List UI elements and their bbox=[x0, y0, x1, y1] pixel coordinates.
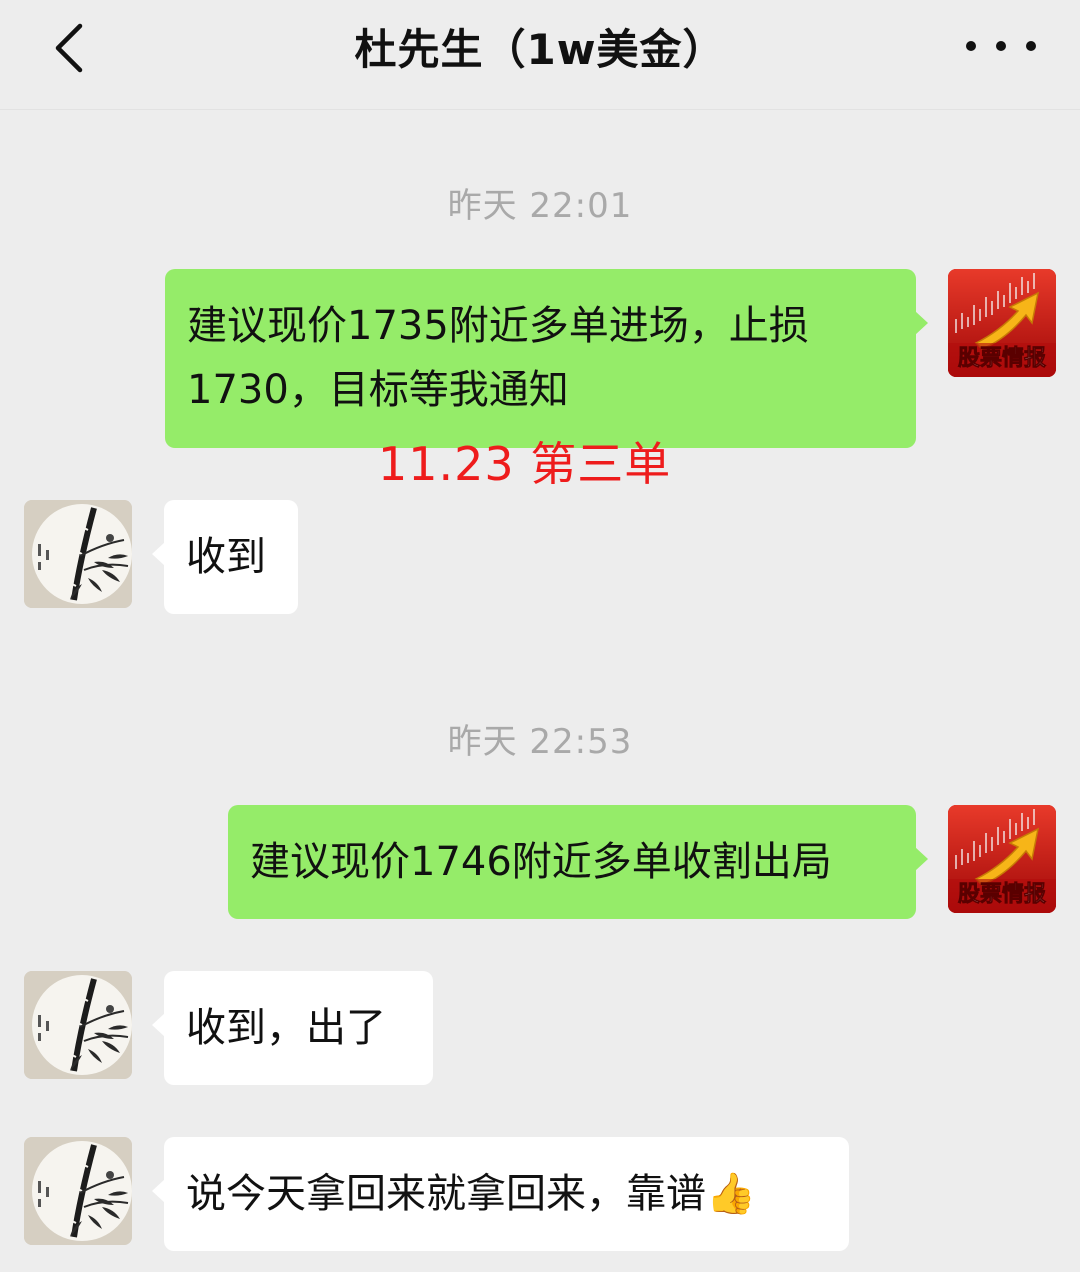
bamboo-painting-icon bbox=[24, 971, 132, 1079]
outgoing-message-bubble[interactable]: 建议现价1746附近多单收割出局 bbox=[228, 805, 928, 919]
message-text: 说今天拿回来就拿回来，靠谱 bbox=[186, 1171, 706, 1217]
incoming-message-bubble[interactable]: 收到，出了 bbox=[152, 971, 433, 1085]
timestamp: 昨天 22:01 bbox=[447, 186, 633, 226]
message-text-line: 1730，目标等我通知 bbox=[187, 367, 569, 413]
message-text: 建议现价1746附近多单收割出局 bbox=[250, 839, 832, 885]
stock-intel-avatar[interactable]: 股票情报 bbox=[948, 269, 1056, 377]
svg-text:股票情报: 股票情报 bbox=[958, 345, 1046, 371]
timestamp: 昨天 22:53 bbox=[447, 722, 633, 762]
thumbs-up-icon: 👍 bbox=[706, 1171, 756, 1217]
message-text-line: 建议现价1735附近多单进场，止损 bbox=[187, 303, 809, 349]
message-text: 收到 bbox=[186, 534, 266, 580]
contact-avatar[interactable] bbox=[24, 500, 132, 608]
incoming-message-bubble[interactable]: 说今天拿回来就拿回来，靠谱👍 bbox=[152, 1137, 849, 1251]
bamboo-painting-icon bbox=[24, 1137, 132, 1245]
message-text-row: 说今天拿回来就拿回来，靠谱👍 bbox=[186, 1161, 827, 1227]
bamboo-painting-icon bbox=[24, 500, 132, 608]
stock-chart-icon: 股票情报 bbox=[948, 269, 1056, 377]
message-text: 收到，出了 bbox=[186, 1005, 386, 1051]
more-horizontal-icon bbox=[966, 41, 976, 51]
more-options-button[interactable] bbox=[966, 22, 1036, 70]
svg-text:股票情报: 股票情报 bbox=[958, 881, 1046, 907]
outgoing-message-bubble[interactable]: 建议现价1735附近多单进场，止损 1730，目标等我通知 bbox=[165, 269, 928, 448]
contact-avatar[interactable] bbox=[24, 971, 132, 1079]
chat-title: 杜先生（1w美金） bbox=[354, 25, 726, 74]
incoming-message-bubble[interactable]: 收到 bbox=[152, 500, 298, 614]
red-annotation-text: 11.23 第三单 bbox=[378, 437, 672, 491]
stock-intel-avatar[interactable]: 股票情报 bbox=[948, 805, 1056, 913]
chat-header: 杜先生（1w美金） bbox=[0, 0, 1080, 110]
contact-avatar[interactable] bbox=[24, 1137, 132, 1245]
stock-chart-icon: 股票情报 bbox=[948, 805, 1056, 913]
